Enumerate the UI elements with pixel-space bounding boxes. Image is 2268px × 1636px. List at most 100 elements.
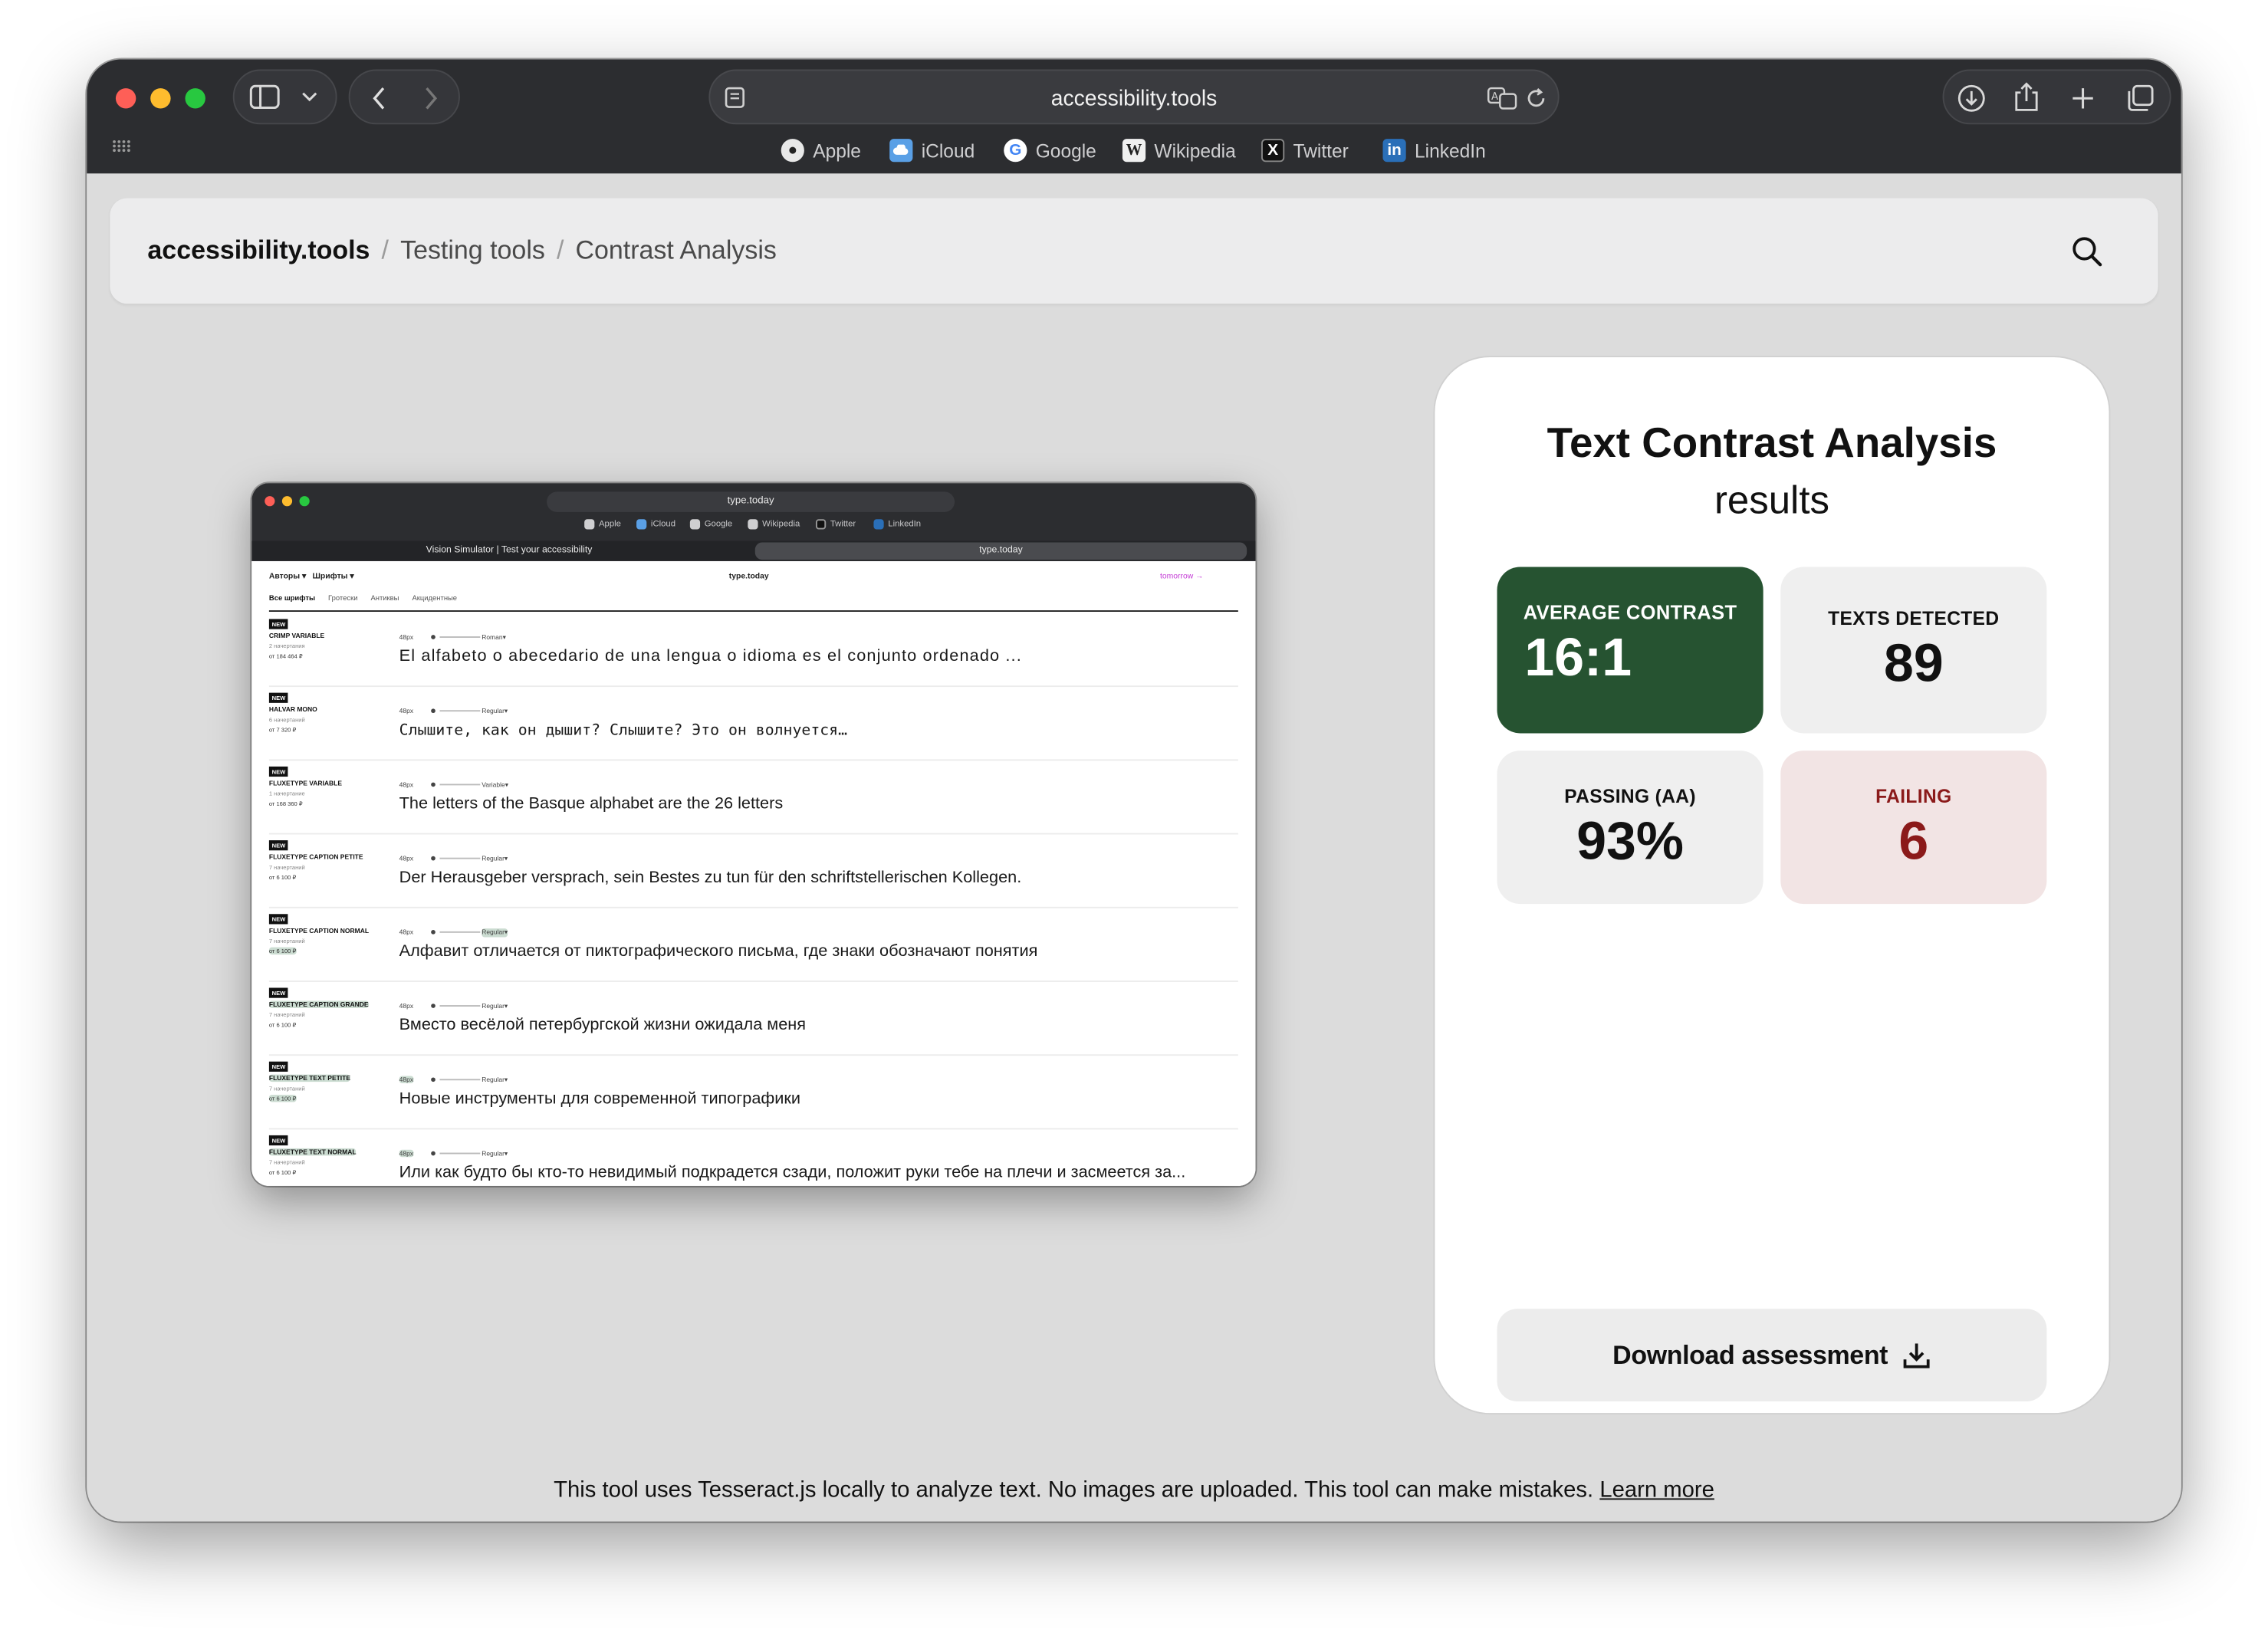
chevron-down-icon[interactable]: [301, 91, 318, 103]
breadcrumb-home-link[interactable]: accessibility.tools: [147, 235, 370, 264]
font-style-label: Variable▾: [482, 780, 508, 789]
font-sample: Der Herausgeber versprach, sein Bestes z…: [399, 869, 1022, 887]
translate-icon[interactable]: A: [1487, 87, 1519, 110]
download-assessment-label: Download assessment: [1612, 1339, 1888, 1369]
font-meta: 6 начертаний: [268, 715, 305, 724]
screenshot-page: Авторы ▾ Шрифты ▾ type.today tomorrow → …: [251, 560, 1256, 1186]
font-sample: Или как будто бы кто-то невидимый подкра…: [399, 1164, 1186, 1182]
address-bar[interactable]: accessibility.tools A: [708, 69, 1560, 125]
apple-icon: ●: [781, 139, 804, 163]
font-sample: Алфавит отличается от пиктографического …: [399, 942, 1038, 961]
bookmark-label: Apple: [813, 140, 861, 162]
new-badge: NEW: [268, 766, 289, 777]
site-header: accessibility.tools / Testing tools / Contra…: [110, 198, 2158, 304]
download-icon[interactable]: [1957, 84, 1986, 113]
screenshot-bookmark-label: Wikipedia: [762, 520, 800, 529]
texts-detected-label: TEXTS DETECTED: [1828, 607, 2000, 629]
reload-icon[interactable]: [1524, 87, 1547, 110]
average-contrast-card: AVERAGE CONTRAST 16:1: [1497, 567, 1763, 734]
font-meta: 7 начертаний: [268, 1010, 305, 1019]
screenshot-divider: [268, 610, 1238, 612]
failing-card: FAILING 6: [1780, 751, 2047, 905]
font-name: HALVAR MONO: [268, 705, 317, 714]
screenshot-nav-authors: Авторы ▾: [268, 573, 307, 582]
bookmark-google[interactable]: G Google: [1004, 137, 1096, 163]
analyzed-screenshot: type.today Apple iCloud Google Wikipedia…: [251, 483, 1256, 1186]
screenshot-bookmark: Wikipedia: [748, 519, 800, 530]
new-badge: NEW: [268, 619, 289, 629]
screenshot-bookmark: Google: [689, 519, 732, 530]
bookmark-label: LinkedIn: [1414, 140, 1486, 162]
breadcrumb-testing-tools-link[interactable]: Testing tools: [400, 235, 545, 264]
bookmark-twitter[interactable]: X Twitter: [1261, 137, 1349, 163]
font-sample: Новые инструменты для современной типогр…: [399, 1090, 801, 1109]
font-price: от 6 100 ₽: [268, 1168, 297, 1176]
font-price: от 168 360 ₽: [268, 800, 303, 807]
back-icon[interactable]: [370, 85, 388, 111]
search-icon[interactable]: [2071, 235, 2103, 268]
screenshot-bookmark-label: Twitter: [830, 520, 856, 529]
font-name: FLUXETYPE TEXT PETITE: [268, 1074, 351, 1082]
new-badge: NEW: [268, 1061, 289, 1072]
font-name: FLUXETYPE TEXT NORMAL: [268, 1148, 357, 1156]
texts-detected-value: 89: [1884, 633, 1944, 693]
font-name: FLUXETYPE CAPTION GRANDE: [268, 1000, 369, 1008]
font-price: от 7 320 ₽: [268, 726, 297, 734]
font-row: NEW FLUXETYPE CAPTION NORMAL 7 начертани…: [268, 908, 1238, 982]
icloud-icon: [889, 139, 913, 163]
failing-value: 6: [1898, 811, 1929, 871]
new-badge: NEW: [268, 840, 289, 851]
font-size-label: 48px: [399, 928, 414, 936]
svg-text:A: A: [1491, 91, 1498, 103]
learn-more-link[interactable]: Learn more: [1599, 1478, 1714, 1503]
close-window-button[interactable]: [115, 88, 136, 109]
bookmark-apple[interactable]: ● Apple: [781, 137, 861, 163]
font-sample: The letters of the Basque alphabet are t…: [399, 795, 784, 813]
bookmark-wikipedia[interactable]: W Wikipedia: [1122, 137, 1236, 163]
bookmark-linkedin[interactable]: in LinkedIn: [1382, 137, 1486, 163]
browser-toolbar: accessibility.tools A ● Apple iCloud G G…: [87, 59, 2181, 174]
share-icon[interactable]: [2013, 81, 2040, 113]
results-subtitle: results: [1714, 478, 1829, 523]
download-assessment-button[interactable]: Download assessment: [1497, 1309, 2047, 1402]
font-style-label: Roman▾: [482, 633, 506, 641]
font-sample: Вместо весёлой петербургской жизни ожида…: [399, 1017, 807, 1034]
font-size-label: 48px: [399, 1149, 414, 1158]
average-contrast-label: AVERAGE CONTRAST: [1523, 601, 1737, 624]
forward-icon[interactable]: [422, 85, 440, 111]
tabs-overview-icon[interactable]: [2126, 84, 2155, 113]
new-badge: NEW: [268, 914, 289, 925]
screenshot-tab: Vision Simulator | Test your accessibili…: [426, 545, 593, 556]
font-row: NEW FLUXETYPE VARIABLE 1 начертание от 1…: [268, 761, 1238, 835]
screenshot-bookmark: LinkedIn: [873, 519, 921, 530]
screenshot-nav-link: tomorrow →: [1159, 573, 1204, 582]
x-icon: X: [1261, 139, 1285, 163]
passing-card: PASSING (AA) 93%: [1497, 751, 1763, 905]
sidebar-toggle-button[interactable]: [232, 69, 337, 125]
google-icon: G: [1004, 139, 1027, 163]
url-text: accessibility.tools: [1050, 87, 1218, 112]
new-badge: NEW: [268, 692, 289, 703]
bookmark-icloud[interactable]: iCloud: [889, 137, 975, 163]
new-tab-icon[interactable]: [2070, 85, 2096, 111]
grid-icon[interactable]: [111, 139, 131, 153]
bookmark-label: Twitter: [1293, 140, 1349, 162]
font-size-label: 48px: [399, 780, 414, 789]
download-arrow-icon: [1903, 1343, 1930, 1368]
font-row: NEW HALVAR MONO 6 начертаний от 7 320 ₽ …: [268, 687, 1238, 761]
screenshot-bookmark: Twitter: [815, 519, 856, 530]
breadcrumb-separator: /: [556, 235, 564, 265]
font-style-label: Regular▾: [482, 707, 508, 715]
font-price: от 6 100 ₽: [268, 1020, 297, 1029]
zoom-window-button[interactable]: [185, 88, 205, 109]
font-price: от 6 100 ₽: [268, 1095, 297, 1102]
failing-label: FAILING: [1875, 785, 1952, 807]
font-style-label: Regular▾: [482, 1002, 508, 1010]
font-sample: Слышите, как он дышит? Слышите? Это он в…: [399, 721, 848, 740]
minimize-window-button[interactable]: [150, 88, 171, 109]
font-meta: 7 начертаний: [268, 937, 305, 944]
breadcrumb: accessibility.tools / Testing tools / Contra…: [147, 235, 776, 266]
screenshot-category: Гротески: [328, 594, 358, 603]
font-style-label: Regular▾: [482, 854, 508, 862]
screenshot-browser-toolbar: type.today Apple iCloud Google Wikipedia…: [251, 483, 1256, 561]
